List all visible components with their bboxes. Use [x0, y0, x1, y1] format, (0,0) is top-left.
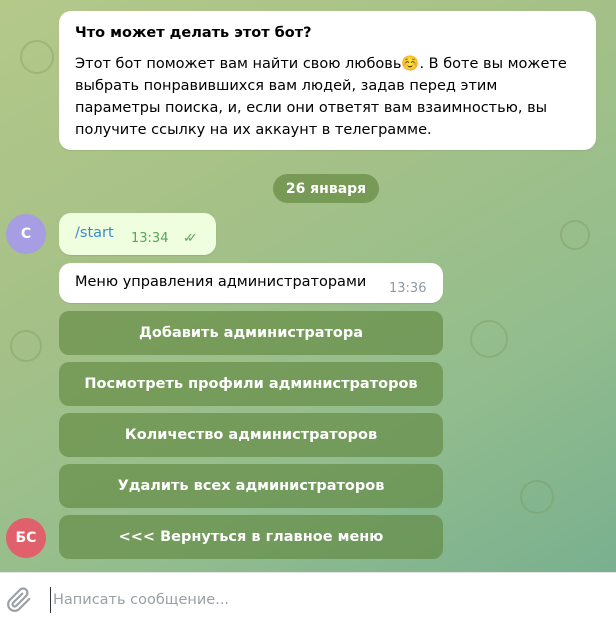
background-doodle: [20, 40, 54, 74]
keyboard-button-back-to-main-menu[interactable]: <<< Вернуться в главное меню: [59, 515, 443, 559]
chat-area[interactable]: Что может делать этот бот? Этот бот помо…: [0, 0, 616, 572]
paperclip-icon[interactable]: [6, 587, 32, 613]
message-composer: [0, 572, 616, 628]
message-time: 13:34: [131, 231, 169, 246]
outgoing-message[interactable]: /start 13:34 ✓✓: [59, 213, 216, 255]
user-avatar[interactable]: С: [6, 214, 46, 254]
message-text: Меню управления администраторами: [75, 274, 367, 290]
background-doodle: [520, 480, 554, 514]
bot-description-text: Этот бот поможет вам найти свою любовь☺️…: [75, 56, 567, 138]
keyboard-button-admin-count[interactable]: Количество администраторов: [59, 413, 443, 457]
incoming-message[interactable]: Меню управления администраторами 13:36: [59, 263, 443, 303]
message-input[interactable]: [50, 587, 593, 613]
background-doodle: [10, 330, 42, 362]
bot-description-card: Что может делать этот бот? Этот бот помо…: [59, 11, 596, 150]
bot-avatar[interactable]: БС: [6, 518, 46, 558]
start-command-link[interactable]: /start: [75, 225, 114, 241]
background-doodle: [560, 220, 590, 250]
date-separator: 26 января: [273, 174, 379, 203]
message-time: 13:36: [389, 281, 427, 296]
keyboard-button-add-admin[interactable]: Добавить администратора: [59, 311, 443, 355]
background-doodle: [470, 320, 508, 358]
bot-description-title: Что может делать этот бот?: [75, 25, 312, 41]
keyboard-button-delete-all-admins[interactable]: Удалить всех администраторов: [59, 464, 443, 508]
keyboard-button-view-admin-profiles[interactable]: Посмотреть профили администраторов: [59, 362, 443, 406]
double-check-icon: ✓✓: [183, 231, 198, 246]
